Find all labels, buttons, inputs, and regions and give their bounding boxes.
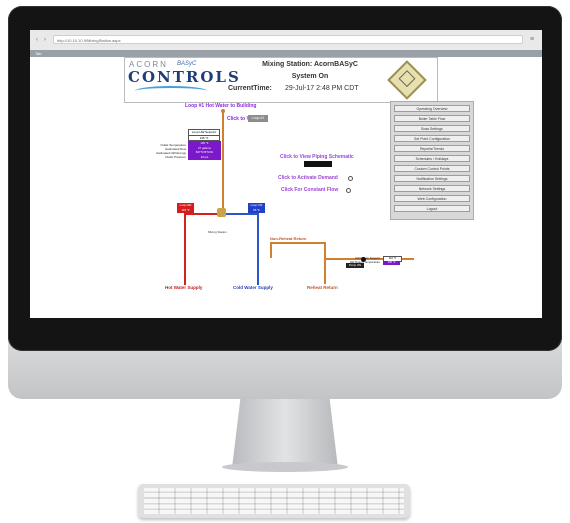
address-bar[interactable]: http://10.10.10.9/MixingStation.aspx [53, 35, 523, 44]
browser-toolbar: ‹ › http://10.10.10.9/MixingStation.aspx… [30, 30, 542, 51]
menu-icon[interactable]: ≡ [530, 36, 537, 43]
hot-feed-pipe [184, 213, 220, 215]
stat-label: Outlet Pressure [165, 155, 186, 159]
tab-bar: Tab [30, 50, 542, 57]
piping-schematic-button[interactable] [304, 161, 332, 167]
constant-flow-radio[interactable] [346, 188, 351, 193]
logout-button[interactable]: Logout [394, 205, 470, 212]
forward-icon[interactable]: › [42, 37, 48, 43]
reheat-return-label: Reheat Return [307, 285, 338, 290]
nav-item[interactable]: Custom Control Points [394, 165, 470, 172]
return-pipe-stub [270, 243, 272, 258]
supply-pipe-vertical [222, 110, 224, 210]
cold-water-supply-label: Cold Water Supply [233, 285, 273, 290]
stat-labels: Outlet Temperature Estimated Flow Estima… [136, 143, 186, 159]
hot-supply-pipe [184, 213, 186, 285]
logo-controls-text: CONTROLS [128, 68, 241, 86]
nav-item[interactable]: Network Settings [394, 185, 470, 192]
pump-status: Pump ON [346, 263, 364, 268]
nav-item[interactable]: Web Configuration [394, 195, 470, 202]
logo-swoosh [135, 86, 207, 96]
cold-inlet-badge: Loop CW 65 °F [248, 203, 265, 213]
system-status: System On [291, 73, 329, 80]
hot-inlet-value: 145 °F [181, 208, 190, 212]
tab-current[interactable]: Tab [32, 51, 44, 57]
mixing-station-label: Mixing Station [208, 230, 227, 234]
imac-stand [232, 398, 338, 468]
nav-panel: Operating Overview Boiler Table Flow Bos… [390, 101, 474, 220]
loop-title: Loop #1 Hot Water to Building [185, 103, 257, 109]
pipe-arrow-icon [221, 109, 225, 113]
header-banner: ACORN BASyC CONTROLS Mixing Station: Aco… [124, 57, 438, 103]
nav-item[interactable]: Operating Overview [394, 105, 470, 112]
non-reheat-label: Non-Reheat Return [270, 236, 307, 241]
current-time-label: CurrentTime: [228, 85, 272, 92]
loop-view-button[interactable]: Loop #1 [248, 115, 268, 122]
back-icon[interactable]: ‹ [34, 37, 40, 43]
station-title: Mixing Station: AcornBASyC [262, 61, 358, 68]
keyboard [138, 484, 410, 518]
nav-item[interactable]: Notification Settings [394, 175, 470, 182]
nav-item[interactable]: Boss Settings [394, 125, 470, 132]
cold-feed-pipe [226, 213, 259, 215]
activate-demand-link[interactable]: Click to Activate Demand [278, 175, 338, 181]
stat-panel: 135 °F 27 gallons 66770 BTU/hr 40 psi [188, 141, 221, 160]
reheat-temperature: 106 °F [383, 261, 400, 265]
nav-item[interactable]: Schedules / Holidays [394, 155, 470, 162]
nav-item[interactable]: Boiler Table Flow [394, 115, 470, 122]
pump-icon [361, 257, 366, 262]
cold-supply-pipe [257, 213, 259, 285]
cold-inlet-value: 65 °F [253, 208, 260, 212]
constant-flow-link[interactable]: Click For Constant Flow [281, 187, 338, 193]
nav-item[interactable]: Set Point Configuration [394, 135, 470, 142]
non-reheat-pipe [270, 242, 325, 244]
demand-radio[interactable] [348, 176, 353, 181]
stat-value: 40 psi [200, 154, 209, 159]
imac-stand-base [222, 462, 348, 472]
hot-inlet-badge: Loop HW 145 °F [177, 203, 194, 213]
emblem-icon [387, 60, 427, 100]
current-time-value: 29-Jul-17 2:48 PM CDT [285, 85, 359, 92]
mixing-valve-icon [217, 208, 226, 217]
view-piping-link[interactable]: Click to View Piping Schematic [280, 154, 354, 160]
nav-item[interactable]: Reports/Trends [394, 145, 470, 152]
logo-basyc-text: BASyC [177, 61, 197, 67]
hot-water-supply-label: Hot Water Supply [165, 285, 203, 290]
reheat-return-pipe [324, 242, 326, 284]
browser-window: ‹ › http://10.10.10.9/MixingStation.aspx… [30, 30, 542, 318]
